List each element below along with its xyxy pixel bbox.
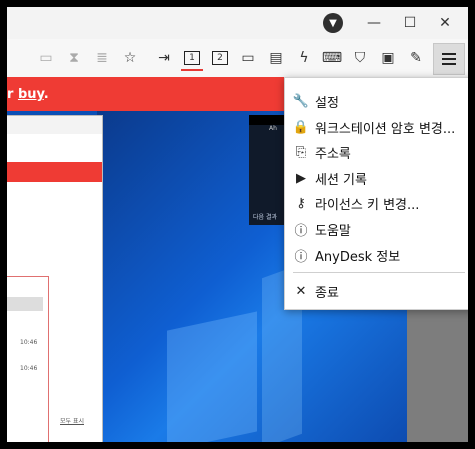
maximize-button[interactable]: ☐ <box>393 7 427 39</box>
menu-item-settings[interactable]: 🔧 설정 <box>285 90 468 112</box>
pen-icon[interactable]: ✎ <box>405 47 427 69</box>
shield-icon[interactable]: ⛉ <box>349 47 371 69</box>
remote-title-bar <box>7 116 102 134</box>
menu-item-help[interactable]: ⓘ 도움말 <box>285 218 468 240</box>
address-book-icon: ⎘ <box>295 144 307 160</box>
menu-item-about[interactable]: ⓘ AnyDesk 정보 <box>285 244 468 266</box>
download-icon: ▼ <box>323 13 343 33</box>
anydesk-window: ▼ — ☐ ✕ ▭ ⧗ ≣ ☆ ⇥ 1 2 ▭ ▤ ϟ ⌨ ⛉ ▣ ✎ r bu… <box>7 7 468 442</box>
hourglass-icon[interactable]: ⧗ <box>63 47 85 69</box>
monitor-2-button[interactable]: 2 <box>209 47 231 69</box>
help-icon: ⓘ <box>294 223 308 239</box>
keyboard-icon[interactable]: ⌨ <box>321 47 343 69</box>
close-button[interactable]: ✕ <box>428 7 462 39</box>
transfer-icon[interactable]: ⇥ <box>153 47 175 69</box>
monitor-2-label: 2 <box>212 51 228 65</box>
remote-show-all-link[interactable]: 모두 표시 <box>60 416 84 425</box>
banner-text: r <box>7 87 18 102</box>
minimize-button[interactable]: — <box>357 7 391 39</box>
hamburger-icon <box>442 53 456 55</box>
remote-panel: 10:46 10:46 <box>7 276 49 442</box>
close-icon: ✕ <box>295 283 307 299</box>
monitor-1-button[interactable]: 1 <box>181 47 203 71</box>
menu-item-exit[interactable]: ✕ 종료 <box>285 280 468 302</box>
session-toolbar: ▭ ⧗ ≣ ☆ ⇥ 1 2 ▭ ▤ ϟ ⌨ ⛉ ▣ ✎ <box>7 39 468 78</box>
record-icon[interactable]: ▣ <box>377 47 399 69</box>
menu-item-license-key[interactable]: ⚷ 라이선스 키 변경... <box>285 192 468 214</box>
remote-time-1: 10:46 <box>20 339 38 346</box>
actions-icon[interactable]: ϟ <box>293 47 315 69</box>
monitor-1-label: 1 <box>184 51 200 65</box>
star-icon[interactable]: ☆ <box>119 47 141 69</box>
wrench-icon: 🔧 <box>292 93 310 109</box>
menu-button[interactable] <box>433 43 465 75</box>
session-record-icon: ▶ <box>296 170 306 186</box>
menu-separator <box>293 272 465 273</box>
buy-link[interactable]: buy <box>18 87 44 102</box>
remote-time-2: 10:46 <box>20 365 38 372</box>
chat-icon[interactable]: ▤ <box>265 47 287 69</box>
menu-item-session-record[interactable]: ▶ 세션 기록 <box>285 167 468 189</box>
lock-icon: 🔒 <box>292 119 310 135</box>
menu-item-address-book[interactable]: ⎘ 주소록 <box>285 141 468 163</box>
main-dropdown-menu: 🔧 설정 🔒 워크스테이션 암호 변경... ⎘ 주소록 ▶ 세션 기록 ⚷ 라… <box>284 77 468 310</box>
remote-banner <box>7 162 102 182</box>
info-icon: ⓘ <box>294 249 308 265</box>
no-input-icon[interactable]: ▭ <box>35 47 57 69</box>
database-icon[interactable]: ≣ <box>91 47 113 69</box>
key-icon: ⚷ <box>296 195 306 211</box>
download-button[interactable]: ▼ <box>316 7 350 39</box>
title-bar: ▼ — ☐ ✕ <box>7 7 468 39</box>
menu-item-change-password[interactable]: 🔒 워크스테이션 암호 변경... <box>285 116 468 138</box>
display-icon[interactable]: ▭ <box>237 47 259 69</box>
remote-anydesk-window[interactable]: 10:46 10:46 모두 표시 <box>7 115 103 442</box>
